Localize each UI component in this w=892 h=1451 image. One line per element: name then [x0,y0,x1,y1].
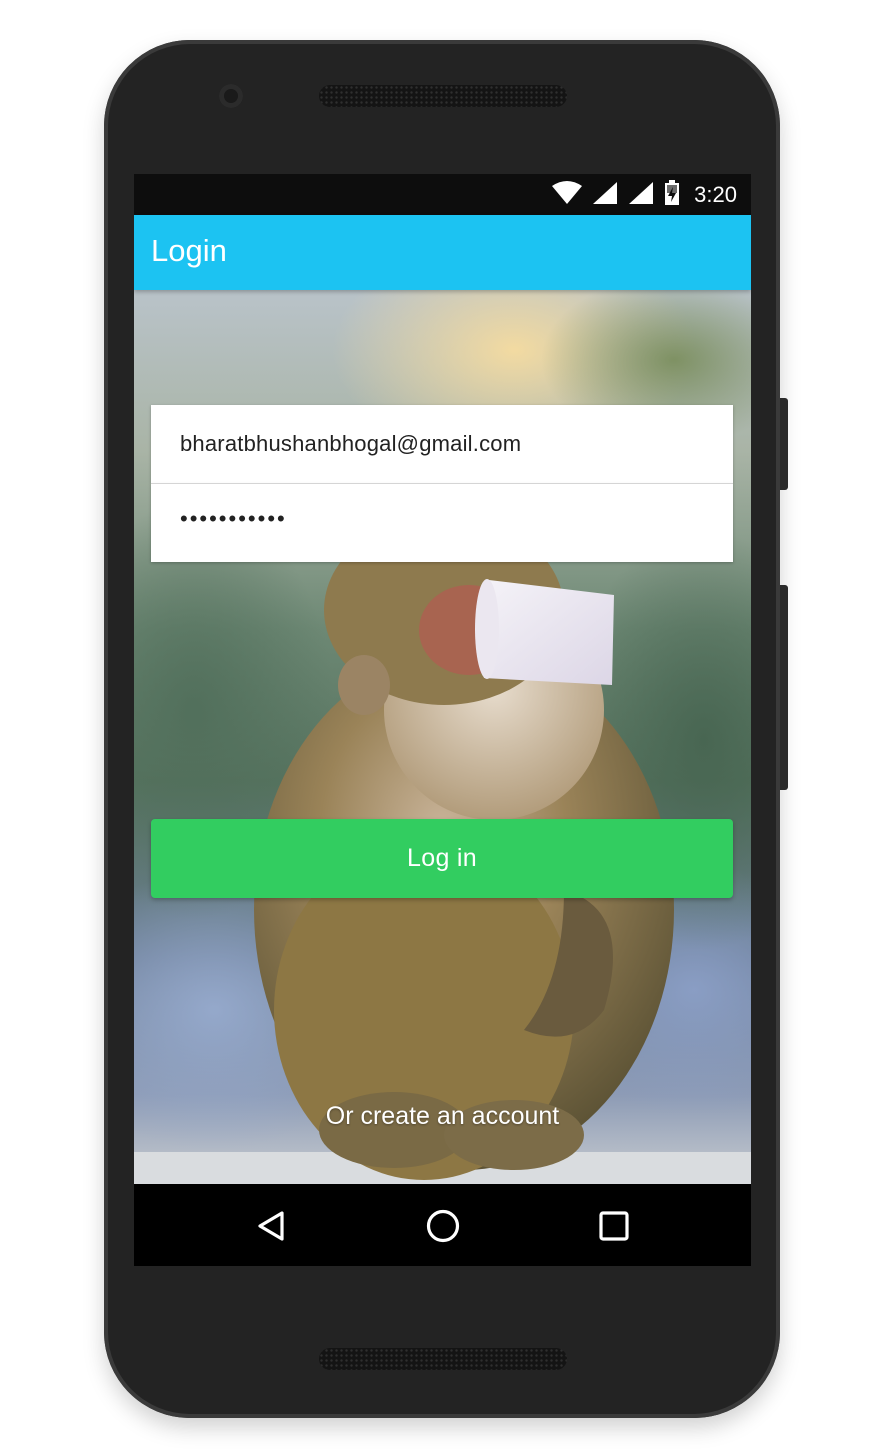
nav-bar [134,1184,751,1266]
bottom-speaker [319,1348,567,1370]
signal-icon [628,181,654,210]
battery-charging-icon [664,179,680,211]
login-button[interactable]: Log in [151,819,733,898]
top-speaker [319,85,567,107]
email-value: bharatbhushanbhogal@gmail.com [180,431,522,456]
signal-icon [592,181,618,210]
recents-icon[interactable] [592,1204,636,1248]
page-title: Login [151,233,227,268]
app-bar: Login [134,215,751,290]
status-bar: 3:20 [134,174,751,215]
email-field[interactable]: bharatbhushanbhogal@gmail.com [151,405,733,483]
login-content: bharatbhushanbhogal@gmail.com ••••••••••… [134,290,751,1184]
front-camera [219,84,243,108]
password-value: ••••••••••• [180,506,287,531]
status-time: 3:20 [694,182,737,207]
login-button-label: Log in [407,844,477,872]
wifi-icon [552,180,583,210]
password-field[interactable]: ••••••••••• [151,484,733,562]
power-button [780,398,788,490]
field-divider [151,483,733,484]
volume-button [780,585,788,790]
back-icon[interactable] [250,1204,294,1248]
home-icon[interactable] [421,1204,465,1248]
screen: 3:20 Login bharatbhushanbhogal@gmail.com… [134,174,751,1266]
create-account-link[interactable]: Or create an account [134,1102,751,1131]
